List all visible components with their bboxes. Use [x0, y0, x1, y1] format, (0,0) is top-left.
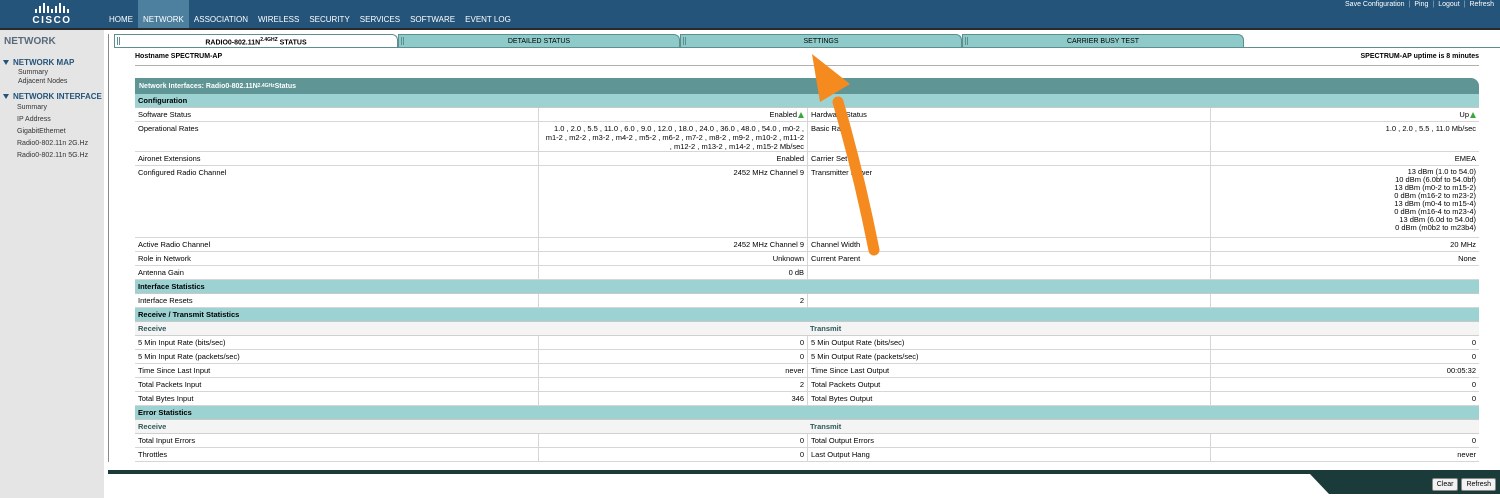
basic-rates-value: 1.0 , 2.0 , 5.5 , 11.0 Mb/sec	[1210, 122, 1479, 151]
sidebar-group-network-map[interactable]: NETWORK MAP	[3, 58, 74, 67]
refresh-button[interactable]: Refresh	[1461, 478, 1496, 491]
table-row: Role in Network Unknown Current Parent N…	[135, 252, 1479, 266]
table-row: Operational Rates 1.0 , 2.0 , 5.5 , 11.0…	[135, 122, 1479, 152]
section-error-statistics: Error Statistics	[135, 406, 1479, 420]
table-row: 5 Min Input Rate (bits/sec) 0 5 Min Outpu…	[135, 336, 1479, 350]
up-arrow-icon	[1470, 112, 1476, 118]
bottom-buttons: Clear Refresh	[1431, 478, 1496, 491]
grip-icon	[965, 37, 968, 45]
main-nav: HOME NETWORK ASSOCIATION WIRELESS SECURI…	[104, 0, 516, 28]
sidebar-item-map-summary[interactable]: Summary	[18, 69, 48, 76]
table-row: Total Packets Input 2 Total Packets Outpu…	[135, 378, 1479, 392]
table-row: Time Since Last Input never Time Since La…	[135, 364, 1479, 378]
tab-bar: RADIO0-802.11N2.4GHZ STATUS DETAILED STA…	[114, 34, 1244, 48]
bottom-bar	[108, 470, 1500, 474]
content-area: RADIO0-802.11N2.4GHZ STATUS DETAILED STA…	[108, 30, 1500, 498]
section-interface-statistics: Interface Statistics	[135, 280, 1479, 294]
up-arrow-icon	[798, 112, 804, 118]
nav-services[interactable]: SERVICES	[355, 0, 405, 28]
table-row: Throttles 0 Last Output Hang never	[135, 448, 1479, 462]
sidebar: NETWORK NETWORK MAP Summary Adjacent Nod…	[0, 30, 104, 498]
refresh-link[interactable]: Refresh	[1465, 1, 1498, 8]
hostname: Hostname SPECTRUM-AP	[135, 53, 223, 60]
sidebar-item-radio-2g[interactable]: Radio0-802.11n 2G.Hz	[17, 140, 88, 147]
logout-link[interactable]: Logout	[1434, 1, 1463, 8]
sidebar-item-radio-5g[interactable]: Radio0-802.11n 5G.Hz	[17, 152, 88, 159]
grip-icon	[401, 37, 404, 45]
status-panel: Network Interfaces: Radio0-802.11N 2.4GHz…	[135, 78, 1479, 462]
grip-icon	[117, 37, 120, 45]
triangle-down-icon	[3, 60, 9, 65]
table-row: Total Bytes Input 346 Total Bytes Output 0	[135, 392, 1479, 406]
ping-link[interactable]: Ping	[1410, 1, 1432, 8]
cisco-bars-icon	[35, 3, 69, 13]
tab-carrier-busy-test[interactable]: CARRIER BUSY TEST	[962, 34, 1244, 47]
tx-power-values: 13 dBm (1.0 to 54.0) 10 dBm (6.0bf to 54…	[1210, 166, 1479, 237]
table-row: Aironet Extensions Enabled Carrier Set E…	[135, 152, 1479, 166]
top-header: CISCO HOME NETWORK ASSOCIATION WIRELESS …	[0, 0, 1500, 28]
tab-radio-status[interactable]: RADIO0-802.11N2.4GHZ STATUS	[114, 34, 398, 48]
nav-wireless[interactable]: WIRELESS	[253, 0, 304, 28]
clear-button[interactable]: Clear	[1431, 478, 1459, 491]
table-row: Interface Resets 2	[135, 294, 1479, 308]
nav-home[interactable]: HOME	[104, 0, 138, 28]
grip-icon	[683, 37, 686, 45]
sidebar-title: NETWORK	[4, 36, 56, 47]
sidebar-group-network-interface[interactable]: NETWORK INTERFACE	[3, 92, 102, 101]
software-status-value: Enabled	[769, 110, 797, 119]
section-configuration: Configuration	[135, 94, 1479, 108]
section-rx-tx-statistics: Receive / Transmit Statistics	[135, 308, 1479, 322]
sidebar-item-gigabitethernet[interactable]: GigabitEthernet	[17, 128, 66, 135]
cisco-logo: CISCO	[0, 0, 104, 28]
table-row: Antenna Gain 0 dB	[135, 266, 1479, 280]
table-row: 5 Min Input Rate (packets/sec) 0 5 Min Ou…	[135, 350, 1479, 364]
brand-name: CISCO	[32, 15, 72, 26]
tab-detailed-status[interactable]: DETAILED STATUS	[398, 34, 680, 47]
table-row: Active Radio Channel 2452 MHz Channel 9 …	[135, 238, 1479, 252]
nav-association[interactable]: ASSOCIATION	[189, 0, 253, 28]
save-configuration-link[interactable]: Save Configuration	[1341, 1, 1409, 8]
error-subheader: Receive Transmit	[135, 420, 1479, 434]
nav-event-log[interactable]: EVENT LOG	[460, 0, 516, 28]
table-row: Total Input Errors 0 Total Output Errors 0	[135, 434, 1479, 448]
nav-software[interactable]: SOFTWARE	[405, 0, 460, 28]
top-links: Save Configuration | Ping | Logout | Ref…	[1341, 1, 1498, 8]
hardware-status-value: Up	[1459, 110, 1469, 119]
uptime: SPECTRUM-AP uptime is 8 minutes	[1360, 53, 1479, 60]
sidebar-item-interface-summary[interactable]: Summary	[17, 104, 47, 111]
nav-network[interactable]: NETWORK	[138, 0, 189, 28]
table-row: Software Status Enabled Hardware Status …	[135, 108, 1479, 122]
panel-title: Network Interfaces: Radio0-802.11N 2.4GHz…	[135, 78, 1479, 94]
operational-rates-value: 1.0 , 2.0 , 5.5 , 11.0 , 6.0 , 9.0 , 12.…	[538, 122, 807, 151]
rx-tx-subheader: Receive Transmit	[135, 322, 1479, 336]
tab-settings[interactable]: SETTINGS	[680, 34, 962, 47]
table-row: Configured Radio Channel 2452 MHz Channe…	[135, 166, 1479, 238]
sidebar-item-ip-address[interactable]: IP Address	[17, 116, 51, 123]
sidebar-item-adjacent-nodes[interactable]: Adjacent Nodes	[18, 78, 67, 85]
nav-security[interactable]: SECURITY	[304, 0, 354, 28]
triangle-down-icon	[3, 94, 9, 99]
